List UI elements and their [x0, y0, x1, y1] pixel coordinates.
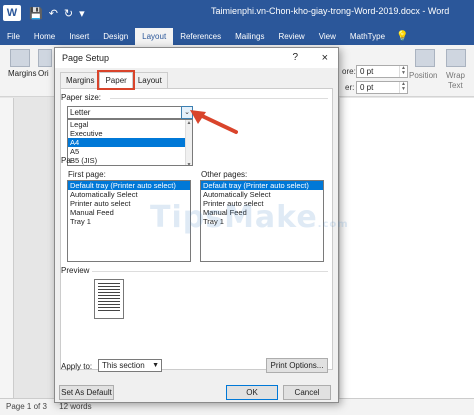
paper-option-a5[interactable]: A5 [68, 147, 192, 156]
dropdown-scrollbar[interactable]: ▲ ▼ [185, 120, 192, 165]
paper-size-label: Paper size: [61, 93, 102, 102]
first-page-list[interactable]: Default tray (Printer auto select) Autom… [67, 180, 191, 262]
preview-separator [92, 271, 328, 272]
quick-access-toolbar: 💾 ↶ ↻ ▾ [29, 7, 85, 20]
list-item[interactable]: Default tray (Printer auto select) [201, 181, 323, 190]
spin-arrows-icon[interactable]: ▲ ▼ [399, 66, 407, 77]
undo-icon[interactable]: ↶ [49, 7, 58, 20]
tab-mailings[interactable]: Mailings [228, 28, 271, 45]
list-item[interactable]: Manual Feed [68, 208, 190, 217]
spin-arrows-icon[interactable]: ▲ ▼ [399, 82, 407, 93]
print-options-button[interactable]: Print Options... [266, 358, 328, 373]
margins-icon[interactable] [10, 49, 30, 67]
redo-icon[interactable]: ↻ [64, 7, 73, 20]
first-page-label: First page: [68, 170, 106, 179]
paper-option-legal[interactable]: Legal [68, 120, 192, 129]
dialog-title: Page Setup [62, 53, 110, 63]
orientation-button[interactable]: Ori [38, 69, 49, 78]
tab-insert[interactable]: Insert [62, 28, 96, 45]
save-icon[interactable]: 💾 [29, 7, 43, 20]
spacing-before-label: ore: [342, 67, 356, 76]
list-item[interactable]: Manual Feed [201, 208, 323, 217]
list-item[interactable]: Automatically Select [68, 190, 190, 199]
tab-home[interactable]: Home [27, 28, 62, 45]
apply-to-select[interactable]: This section ▼ [98, 359, 162, 372]
tab-layout[interactable]: Layout [135, 28, 174, 45]
paper-size-dropdown: Legal Executive A4 A5 B5 (JIS) ▲ ▼ [67, 119, 193, 166]
page-preview [94, 279, 124, 319]
paper-option-b5-jis[interactable]: B5 (JIS) [68, 156, 192, 165]
chevron-down-icon: ▼ [152, 362, 159, 369]
apply-to-value: This section [102, 361, 145, 370]
chevron-down-icon[interactable]: ⌄ [181, 106, 193, 119]
dialog-tabs: Margins Paper Layout [60, 70, 168, 90]
document-page[interactable] [340, 98, 474, 398]
tab-view[interactable]: View [312, 28, 343, 45]
wrap-text-button[interactable]: Wrap [446, 71, 465, 80]
tab-paper[interactable]: Paper [97, 70, 135, 90]
tab-mathtype[interactable]: MathType [343, 28, 392, 45]
spacing-after-input[interactable]: 0 pt ▲ ▼ [356, 81, 408, 94]
paper-size-select[interactable]: Letter ⌄ [67, 106, 193, 119]
wrap-text-icon[interactable] [446, 49, 466, 67]
close-icon[interactable]: × [322, 48, 328, 68]
customize-qat-icon[interactable]: ▾ [79, 7, 85, 20]
orientation-icon[interactable] [38, 49, 52, 67]
help-icon[interactable]: ? [292, 48, 298, 68]
title-bar: W 💾 ↶ ↻ ▾ Taimienphi.vn-Chon-kho-giay-tr… [0, 0, 474, 26]
preview-label: Preview [61, 266, 90, 275]
spacing-before-value: 0 pt [360, 67, 374, 76]
tab-review[interactable]: Review [271, 28, 311, 45]
ok-button[interactable]: OK [226, 385, 278, 400]
cancel-button[interactable]: Cancel [283, 385, 331, 400]
position-button[interactable]: Position [409, 71, 437, 80]
tab-file[interactable]: File [0, 28, 27, 45]
paper-source-label: Pa [61, 156, 71, 165]
wrap-text-button-line2: Text [448, 81, 463, 90]
vertical-ruler [0, 98, 14, 398]
spacing-after-label: er: [345, 83, 355, 92]
position-icon[interactable] [415, 49, 435, 67]
list-item[interactable]: Printer auto select [201, 199, 323, 208]
paper-size-separator [110, 98, 328, 99]
paper-option-executive[interactable]: Executive [68, 129, 192, 138]
ribbon-tabs: File Home Insert Design Layout Reference… [0, 26, 474, 45]
list-item[interactable]: Tray 1 [201, 217, 323, 226]
word-count[interactable]: 12 words [59, 402, 91, 411]
word-logo-icon: W [3, 5, 21, 21]
other-pages-list[interactable]: Default tray (Printer auto select) Autom… [200, 180, 324, 262]
spacing-after-value: 0 pt [360, 83, 374, 92]
tab-references[interactable]: References [173, 28, 228, 45]
dialog-title-bar: Page Setup ? × [55, 48, 338, 68]
tab-layout-dialog[interactable]: Layout [131, 72, 168, 88]
tab-margins[interactable]: Margins [60, 72, 101, 88]
list-item[interactable]: Tray 1 [68, 217, 190, 226]
set-as-default-button[interactable]: Set As Default [59, 385, 114, 400]
other-pages-label: Other pages: [201, 170, 248, 179]
tab-design[interactable]: Design [96, 28, 135, 45]
list-item[interactable]: Default tray (Printer auto select) [68, 181, 190, 190]
list-item[interactable]: Printer auto select [68, 199, 190, 208]
document-title: Taimienphi.vn-Chon-kho-giay-trong-Word-2… [211, 6, 450, 16]
paper-size-value: Letter [70, 108, 91, 117]
page-count[interactable]: Page 1 of 3 [6, 402, 47, 411]
apply-to-label: Apply to: [61, 362, 93, 371]
spacing-before-input[interactable]: 0 pt ▲ ▼ [356, 65, 408, 78]
lightbulb-icon[interactable]: 💡 [396, 28, 408, 45]
paper-option-a4[interactable]: A4 [68, 138, 192, 147]
list-item[interactable]: Automatically Select [201, 190, 323, 199]
margins-button[interactable]: Margins [8, 69, 36, 78]
